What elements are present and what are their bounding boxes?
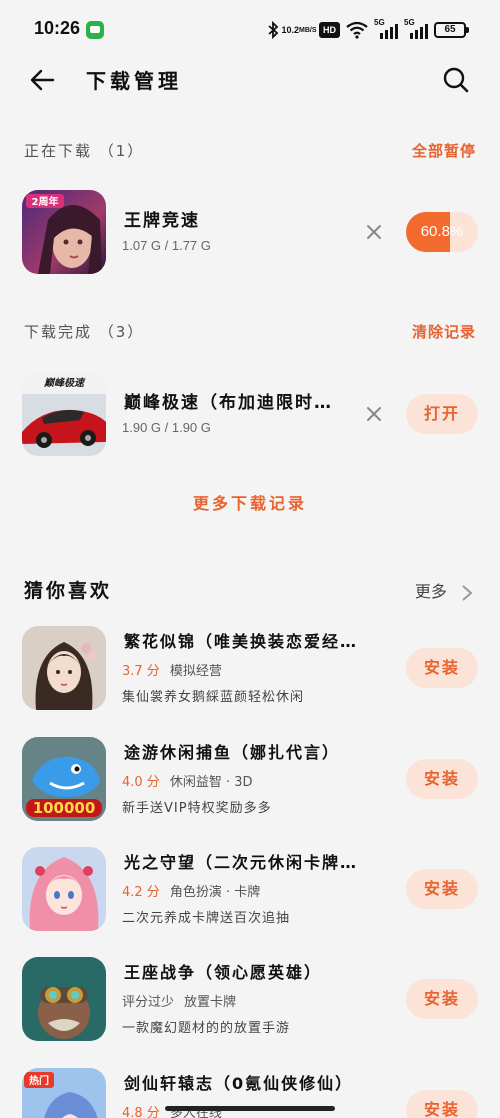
app-icon-fanhua <box>22 626 106 710</box>
recommend-title: 猜你喜欢 <box>24 580 113 602</box>
status-time: 10:26 <box>34 18 81 38</box>
bluetooth-icon <box>268 21 279 39</box>
recommend-more-link[interactable]: 更多 <box>415 578 474 602</box>
recommend-item[interactable]: 王座战争（领心愿英雄） 评分过少 放置卡牌 一款魔幻题材的的放置手游 安装 <box>22 957 478 1041</box>
app-meta: 评分过少 放置卡牌 <box>122 991 236 1010</box>
app-description: 新手送VIP特权奖励多多 <box>122 801 272 816</box>
recommend-item[interactable]: 光之守望（二次元休闲卡牌… 4.2 分角色扮演 · 卡牌 二次元养成卡牌送百次追… <box>22 847 478 931</box>
app-icon-wangpai: 2周年 <box>22 190 106 274</box>
message-app-icon <box>86 21 104 39</box>
icon-label-wzjs: 2周年 <box>32 195 59 208</box>
progress-text: 60.8% <box>420 223 464 240</box>
cancel-download-icon[interactable] <box>364 222 384 242</box>
recommend-more-label: 更多 <box>414 582 447 601</box>
app-icon-guangzhi <box>22 847 106 931</box>
open-button[interactable]: 打开 <box>406 394 478 434</box>
app-name: 繁花似锦（唯美换装恋爱经… <box>124 632 359 651</box>
app-category: 角色扮演 · 卡牌 <box>169 885 261 900</box>
app-size: 1.07 G / 1.77 G <box>122 238 211 253</box>
icon-label-hot: 热门 <box>29 1074 49 1087</box>
app-rating: 评分过少 <box>122 995 175 1010</box>
app-rating: 4.0 分 <box>122 775 160 790</box>
install-button[interactable]: 安装 <box>406 648 478 688</box>
app-meta: 3.7 分模拟经营 <box>122 660 222 679</box>
app-description: 一款魔幻题材的的放置手游 <box>122 1021 291 1036</box>
signal-5g-icon-2: 5G <box>404 18 428 39</box>
app-category: 休闲益智 · 3D <box>169 775 253 790</box>
downloading-item[interactable]: 2周年 王牌竞速 1.07 G / 1.77 G 60.8% <box>22 190 478 274</box>
app-icon-dianfeng: 巅峰极速 <box>22 372 106 456</box>
pause-all-button[interactable]: 全部暂停 <box>412 140 476 161</box>
app-name: 光之守望（二次元休闲卡牌… <box>124 853 359 872</box>
app-name: 途游休闲捕鱼（娜扎代言） <box>124 743 341 762</box>
back-arrow-icon[interactable] <box>28 66 56 94</box>
chevron-right-icon <box>462 584 473 601</box>
icon-label-fish: 100000 <box>33 799 96 817</box>
app-bar: 下载管理 <box>0 56 500 104</box>
app-rating: 4.2 分 <box>122 885 160 900</box>
more-download-records-link[interactable]: 更多下载记录 <box>0 490 500 514</box>
signal-5g-icon: 5G <box>374 18 398 39</box>
app-description: 二次元养成卡牌送百次追抽 <box>122 911 291 926</box>
download-progress-button[interactable]: 60.8% <box>406 212 478 252</box>
app-name: 王座战争（领心愿英雄） <box>124 963 323 982</box>
app-icon-jianxian: 热门 <box>22 1068 106 1118</box>
app-name: 剑仙轩辕志（0氪仙侠修仙） <box>124 1074 354 1093</box>
page-title: 下载管理 <box>86 69 182 93</box>
app-category: 放置卡牌 <box>184 995 237 1010</box>
icon-label-dfjs: 巅峰极速 <box>43 377 86 389</box>
wifi-icon <box>346 21 368 39</box>
app-icon-tuyou-fish: 100000 <box>22 737 106 821</box>
completed-title: 下载完成 （3） <box>24 323 145 341</box>
app-name: 巅峰极速（布加迪限时… <box>124 393 333 413</box>
app-meta: 4.0 分休闲益智 · 3D <box>122 771 253 790</box>
completed-item[interactable]: 巅峰极速 巅峰极速（布加迪限时… 1.90 G / 1.90 G 打开 <box>22 372 478 456</box>
install-button[interactable]: 安装 <box>406 1090 478 1118</box>
status-icons: 10.2 MB/S HD 5G 5G 65 <box>267 18 469 41</box>
network-speed: 10.2 MB/S <box>281 24 317 35</box>
install-button[interactable]: 安装 <box>406 979 478 1019</box>
recommend-item[interactable]: 100000 途游休闲捕鱼（娜扎代言） 4.0 分休闲益智 · 3D 新手送VI… <box>22 737 478 821</box>
status-bar: 10:26 10.2 MB/S HD 5G 5G 65 <box>0 0 500 60</box>
home-indicator[interactable] <box>165 1106 335 1111</box>
app-icon-wangzuo <box>22 957 106 1041</box>
app-category: 模拟经营 <box>169 664 222 679</box>
app-description: 集仙裳养女鹅綵蓝颜轻松休闲 <box>122 690 305 705</box>
app-rating: 4.8 分 <box>122 1106 160 1118</box>
downloading-section-header: 正在下载 （1） 全部暂停 <box>24 140 476 164</box>
recommend-item[interactable]: 繁花似锦（唯美换装恋爱经… 3.7 分模拟经营 集仙裳养女鹅綵蓝颜轻松休闲 安装 <box>22 626 478 710</box>
battery-icon: 65 <box>434 22 469 38</box>
install-button[interactable]: 安装 <box>406 759 478 799</box>
hd-icon: HD <box>319 22 340 38</box>
app-size: 1.90 G / 1.90 G <box>122 420 211 435</box>
downloading-title: 正在下载 （1） <box>24 142 145 160</box>
clear-records-button[interactable]: 清除记录 <box>412 321 476 342</box>
delete-record-icon[interactable] <box>364 404 384 424</box>
search-icon[interactable] <box>442 66 470 94</box>
app-meta: 4.2 分角色扮演 · 卡牌 <box>122 881 260 900</box>
completed-section-header: 下载完成 （3） 清除记录 <box>24 321 476 345</box>
app-name: 王牌竞速 <box>124 211 200 231</box>
app-rating: 3.7 分 <box>122 664 160 679</box>
install-button[interactable]: 安装 <box>406 869 478 909</box>
